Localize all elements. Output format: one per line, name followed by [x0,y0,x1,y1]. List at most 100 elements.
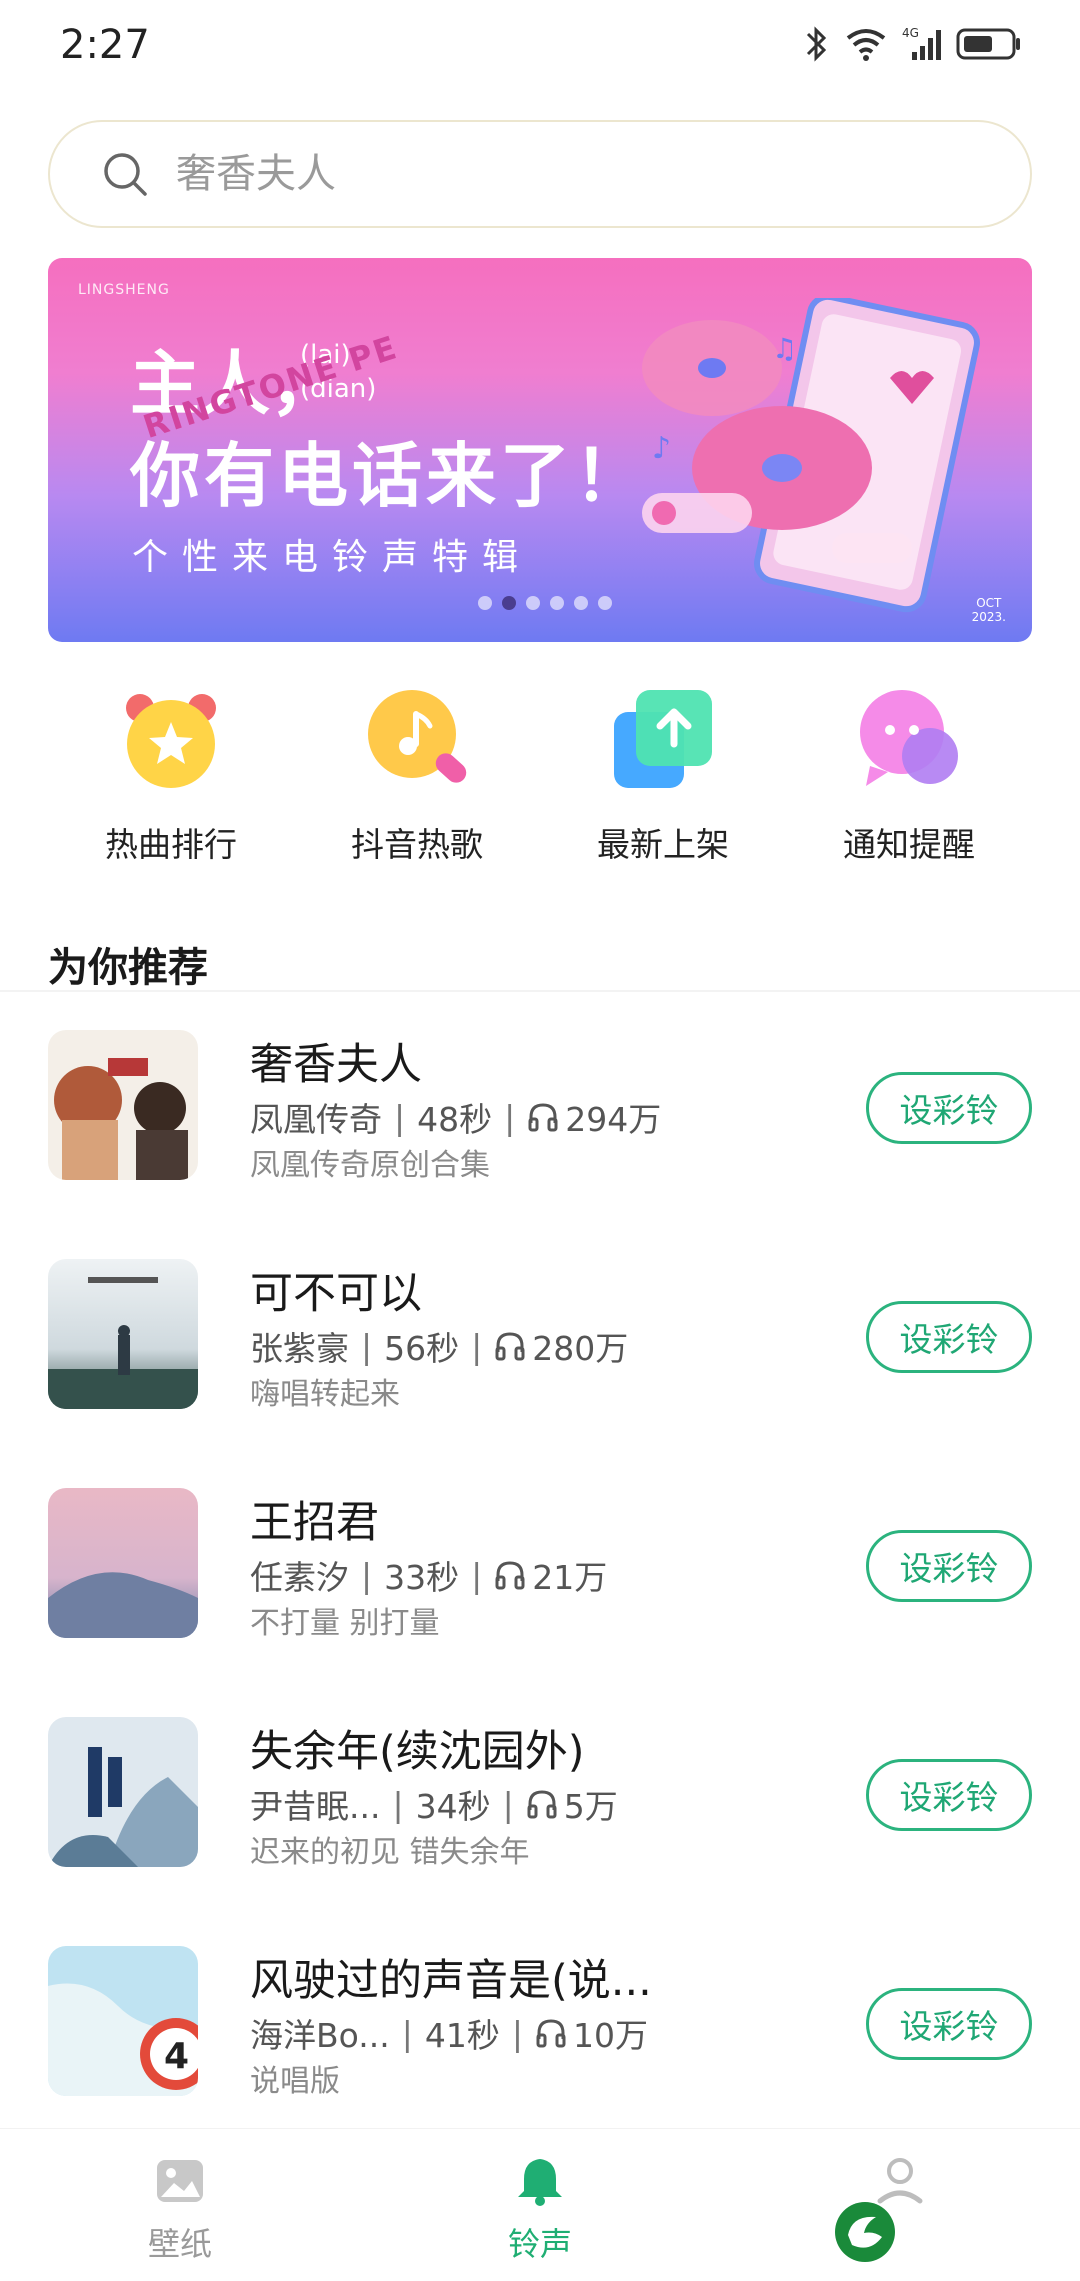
network-type: 4G [902,26,919,40]
promo-banner[interactable]: LINGSHENG 主人， (lai) (dian) 你有电话来了！ RINGT… [48,258,1032,642]
quick-entry-notify[interactable]: 通知提醒 [786,680,1032,870]
headphone-icon [495,1332,525,1361]
upload-arrow-icon [614,690,712,788]
headphone-icon [536,2019,566,2048]
song-duration: 56秒 [384,1329,460,1368]
svg-text:♪: ♪ [652,431,671,466]
song-list: 奢香夫人 凤凰传奇 | 48秒 | 294万 凤凰传奇原创合集 设彩铃 可不可以 [0,1010,1080,2155]
nav-tab-wallpaper[interactable]: 壁纸 [80,2129,280,2281]
signal-icon: 4G [902,26,941,60]
headphone-icon [528,1103,558,1132]
set-ringback-button[interactable]: 设彩铃 [866,1072,1032,1144]
bottom-nav: 壁纸 铃声 [0,2128,1080,2281]
list-item[interactable]: 王招君 任素汐 | 33秒 | 21万 不打量 别打量 设彩铃 [0,1468,1080,1697]
song-artist: 尹昔眠... [250,1787,381,1826]
list-item[interactable]: 奢香夫人 凤凰传奇 | 48秒 | 294万 凤凰传奇原创合集 设彩铃 [0,1010,1080,1239]
quick-entry-douyin[interactable]: 抖音热歌 [294,680,540,870]
album-cover [48,1488,198,1638]
song-title: 失余年(续沈园外) [250,1727,585,1777]
banner-brand: LINGSHENG [78,282,170,298]
separator: | [471,1555,483,1595]
song-artist: 海洋Bo... [250,2016,390,2055]
song-meta: 任素汐 | 33秒 | 21万 [250,1551,607,1599]
separator: | [401,2013,413,2053]
search-bar[interactable] [48,120,1032,228]
svg-text:♫: ♫ [772,332,797,365]
divider [0,990,1080,992]
song-plays: 5万 [563,1787,618,1826]
user-icon [877,2158,923,2204]
song-plays: 280万 [532,1329,629,1368]
quick-entry-label: 最新上架 [597,825,729,864]
list-item[interactable]: 可不可以 张紫豪 | 56秒 | 280万 嗨唱转起来 设彩铃 [0,1239,1080,1468]
quick-entry-label: 热曲排行 [105,825,237,864]
banner-headline-2: 你有电话来了！ [130,435,648,517]
song-album: 凤凰传奇原创合集 [250,1148,490,1183]
bluetooth-icon [806,26,827,62]
banner-dot-active [502,596,516,610]
bell-icon [518,2159,562,2206]
set-ringback-button[interactable]: 设彩铃 [866,1988,1032,2060]
album-cover [48,1717,198,1867]
set-ringback-button[interactable]: 设彩铃 [866,1759,1032,1831]
song-meta: 凤凰传奇 | 48秒 | 294万 [250,1093,661,1141]
section-title: 为你推荐 [48,945,208,991]
separator: | [504,1097,516,1137]
song-album: 说唱版 [250,2064,340,2099]
song-artist: 任素汐 [250,1558,349,1597]
quick-entry-hot-chart[interactable]: 热曲排行 [48,680,294,870]
svg-text:4: 4 [164,2036,189,2077]
song-meta: 张紫豪 | 56秒 | 280万 [250,1322,628,1370]
quick-entry-new[interactable]: 最新上架 [540,680,786,870]
set-ringback-button[interactable]: 设彩铃 [866,1530,1032,1602]
phone-vinyl-illustration: ♪ ♫ [642,298,980,613]
separator: | [511,2013,523,2053]
song-duration: 41秒 [424,2016,500,2055]
song-title: 奢香夫人 [250,1040,422,1090]
quick-entry-label: 抖音热歌 [351,825,483,864]
song-album: 不打量 别打量 [250,1606,440,1641]
headphone-icon [495,1561,525,1590]
nav-tab-ringtone[interactable]: 铃声 [440,2129,640,2281]
chat-bubble-icon [860,690,958,786]
wifi-icon [846,29,886,61]
banner-date: OCT 2023. [972,596,1006,624]
separator: | [361,1326,373,1366]
nav-label: 铃声 [507,2225,572,2263]
nav-label: 壁纸 [147,2225,212,2263]
album-cover [48,1259,198,1409]
song-artist: 张紫豪 [250,1329,349,1368]
quick-entry-label: 通知提醒 [843,825,975,864]
song-plays: 294万 [565,1100,662,1139]
song-artist: 凤凰传奇 [250,1100,382,1139]
banner-subheadline: 个性来电铃声特辑 [132,537,533,578]
song-plays: 21万 [532,1558,608,1597]
song-duration: 48秒 [417,1100,493,1139]
status-time: 2:27 [60,22,150,68]
nav-tab-profile[interactable] [800,2129,1000,2281]
album-cover: 4 [48,1946,198,2096]
song-title: 可不可以 [250,1269,422,1319]
status-icons: 4G [804,24,1022,64]
list-item[interactable]: 4 风驶过的声音是(说... 海洋Bo... | 41秒 | 10万 说唱版 设… [0,1926,1080,2155]
banner-date-top: OCT [976,596,1002,610]
banner-dot [478,596,492,610]
search-input[interactable] [174,150,958,198]
separator: | [394,1097,406,1137]
banner-dot [574,596,588,610]
list-item[interactable]: 失余年(续沈园外) 尹昔眠... | 34秒 | 5万 迟来的初见 错失余年 设… [0,1697,1080,1926]
song-plays: 10万 [572,2016,648,2055]
banner-dot [598,596,612,610]
battery-icon [956,28,1020,60]
song-duration: 33秒 [384,1558,460,1597]
song-title: 王招君 [250,1498,379,1548]
separator: | [392,1784,404,1824]
separator: | [471,1326,483,1366]
image-icon [157,2160,203,2202]
song-title: 风驶过的声音是(说... [250,1956,652,2006]
quick-entry-row: 热曲排行 抖音热歌 最新上架 通知提醒 [48,680,1032,870]
status-bar: 2:27 4G [0,0,1080,92]
banner-date-bottom: 2023. [971,610,1006,624]
set-ringback-button[interactable]: 设彩铃 [866,1301,1032,1373]
song-meta: 海洋Bo... | 41秒 | 10万 [250,2009,648,2057]
